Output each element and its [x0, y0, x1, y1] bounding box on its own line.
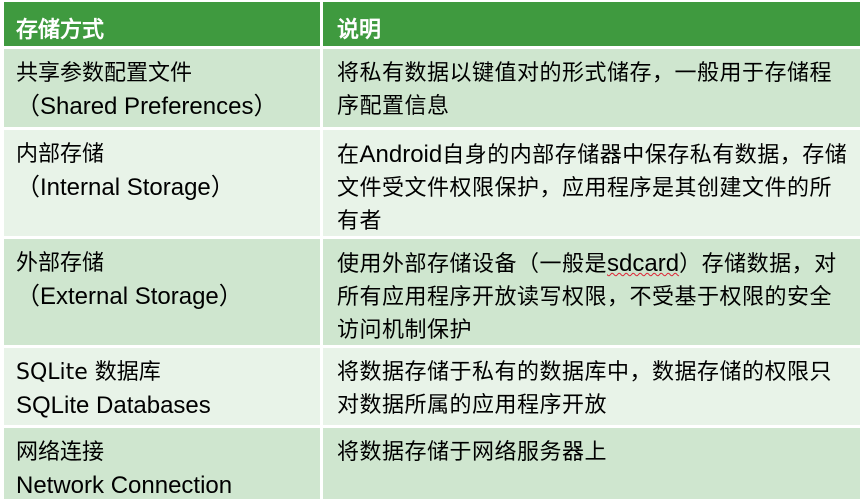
table-row: 内部存储 （Internal Storage） 在Android自身的内部存储器… — [4, 130, 860, 236]
storage-name-cn: 内部存储 — [16, 142, 105, 167]
storage-desc: 将数据存储于网络服务器上 — [337, 440, 608, 465]
desc-latin-term: Android — [359, 141, 443, 168]
storage-desc-cell: 在Android自身的内部存储器中保存私有数据，存储文件受文件权限保护，应用程序… — [320, 130, 860, 236]
storage-name-cell: 外部存储 （External Storage） — [4, 239, 320, 345]
storage-name-en: （Internal Storage） — [16, 174, 235, 201]
storage-desc: 将私有数据以键值对的形式储存，一般用于存储程序配置信息 — [337, 61, 833, 119]
storage-desc-cell: 使用外部存储设备（一般是sdcard）存储数据，对所有应用程序开放读写权限，不受… — [320, 239, 860, 345]
storage-desc: 在Android自身的内部存储器中保存私有数据，存储文件受文件权限保护，应用程序… — [337, 138, 848, 238]
table-row: 网络连接 Network Connection 将数据存储于网络服务器上 — [4, 428, 860, 499]
storage-name-cn: 外部存储 — [16, 251, 105, 276]
desc-prefix: 在 — [337, 143, 360, 168]
storage-desc: 使用外部存储设备（一般是sdcard）存储数据，对所有应用程序开放读写权限，不受… — [337, 247, 848, 347]
storage-desc-cell: 将数据存储于私有的数据库中，数据存储的权限只对数据所属的应用程序开放 — [320, 348, 860, 425]
header-description: 说明 — [320, 2, 860, 46]
storage-name-cell: SQLite 数据库 SQLite Databases — [4, 348, 320, 425]
storage-name-en: （Shared Preferences） — [16, 93, 278, 120]
storage-name-cn: 网络连接 — [16, 440, 105, 465]
table-row: 外部存储 （External Storage） 使用外部存储设备（一般是sdca… — [4, 239, 860, 345]
storage-desc-cell: 将私有数据以键值对的形式储存，一般用于存储程序配置信息 — [320, 49, 860, 127]
storage-methods-table: 存储方式 说明 共享参数配置文件 （Shared Preferences） 将私… — [4, 2, 860, 499]
desc-latin-term: sdcard — [607, 250, 680, 277]
table-row: SQLite 数据库 SQLite Databases 将数据存储于私有的数据库… — [4, 348, 860, 425]
storage-name-cell: 内部存储 （Internal Storage） — [4, 130, 320, 236]
storage-desc-cell: 将数据存储于网络服务器上 — [320, 428, 860, 499]
table-row: 共享参数配置文件 （Shared Preferences） 将私有数据以键值对的… — [4, 49, 860, 127]
storage-name-en: （External Storage） — [16, 283, 243, 310]
storage-name-cell: 共享参数配置文件 （Shared Preferences） — [4, 49, 320, 127]
storage-name-en: Network Connection — [16, 472, 233, 499]
storage-name-en: SQLite Databases — [16, 392, 211, 419]
storage-name-cn: 共享参数配置文件 — [16, 61, 193, 86]
storage-desc: 将数据存储于私有的数据库中，数据存储的权限只对数据所属的应用程序开放 — [337, 360, 833, 418]
desc-prefix: 使用外部存储设备（一般是 — [337, 252, 608, 277]
storage-name-cell: 网络连接 Network Connection — [4, 428, 320, 499]
header-storage-method: 存储方式 — [4, 2, 320, 46]
table-header-row: 存储方式 说明 — [4, 2, 860, 49]
storage-name-cn: SQLite 数据库 — [16, 360, 161, 385]
